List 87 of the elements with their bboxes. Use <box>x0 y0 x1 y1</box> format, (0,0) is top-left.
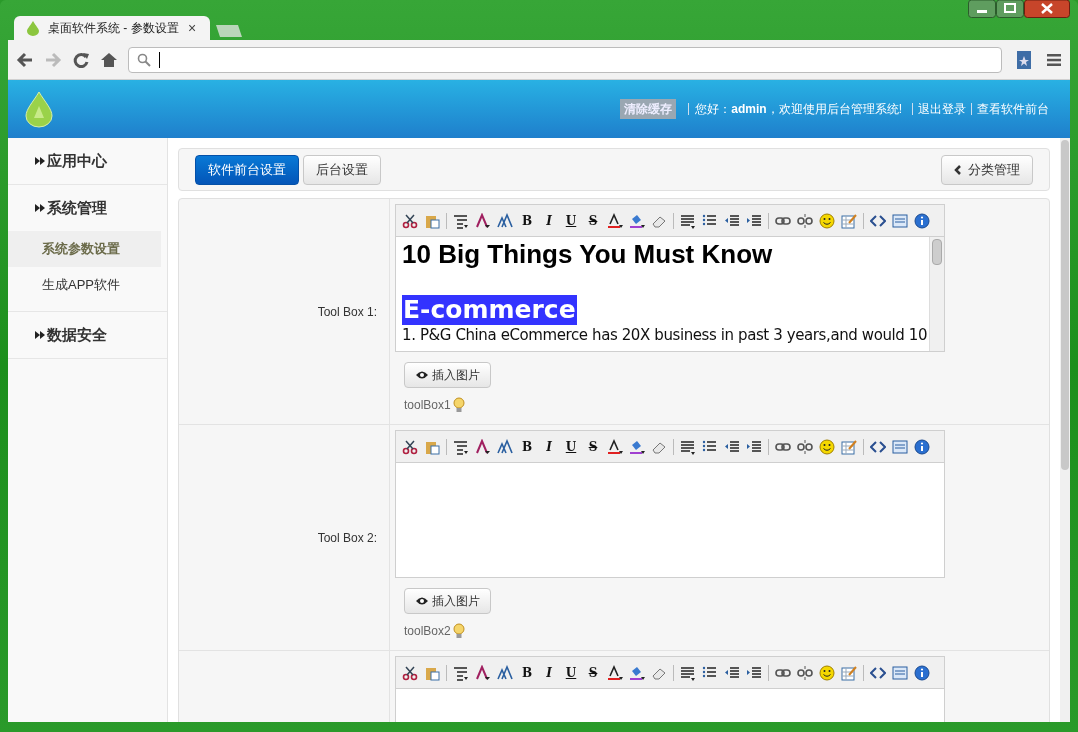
italic-button[interactable]: I <box>541 440 557 453</box>
selected-text: E-commerce <box>402 295 577 325</box>
scrollbar-thumb[interactable] <box>932 239 942 265</box>
align-icon[interactable] <box>680 212 696 229</box>
field-label: Tool Box 1: <box>317 303 377 321</box>
info-icon[interactable] <box>914 438 930 455</box>
search-icon <box>137 52 151 67</box>
info-icon[interactable] <box>914 664 930 681</box>
menu-icon[interactable] <box>1046 52 1062 67</box>
hint-text: toolBox2 <box>404 623 451 640</box>
tab[interactable]: 后台设置 <box>303 154 381 185</box>
outdent-icon[interactable] <box>724 664 740 681</box>
align-icon[interactable] <box>680 664 696 681</box>
bold-button[interactable]: B <box>519 440 535 453</box>
tab-close-button[interactable]: × <box>188 21 197 35</box>
underline-button[interactable]: U <box>563 214 579 227</box>
code-icon[interactable] <box>870 438 886 455</box>
editor-heading: 10 Big Things You Must Know <box>402 238 774 271</box>
outdent-icon[interactable] <box>724 438 740 455</box>
broken-link-icon[interactable] <box>797 664 813 681</box>
strikethrough-button[interactable]: S <box>585 214 601 227</box>
smiley-icon[interactable] <box>819 438 835 455</box>
table-pencil-icon[interactable] <box>841 438 857 455</box>
insert-image-button[interactable]: 插入图片 <box>404 588 491 614</box>
lightbulb-icon <box>452 623 465 639</box>
chevron-left-icon <box>954 164 962 175</box>
scissors-icon[interactable] <box>402 438 418 455</box>
reload-icon[interactable] <box>72 50 90 69</box>
sidebar-item[interactable]: 生成APP软件 <box>8 267 161 303</box>
double-arrow-icon <box>34 203 46 213</box>
eye-icon <box>415 596 429 606</box>
drop-logo-icon <box>24 90 54 128</box>
tab[interactable]: 软件前台设置 <box>195 154 299 185</box>
field-label: Tool Box 2: <box>317 529 377 547</box>
rich-text-editor[interactable]: B I U S <box>395 656 945 722</box>
bold-button[interactable]: B <box>519 666 535 679</box>
align-icon[interactable] <box>680 438 696 455</box>
back-icon[interactable] <box>16 51 34 68</box>
hint-text: toolBox1 <box>404 397 451 414</box>
outdent-icon[interactable] <box>724 212 740 229</box>
paragraph-icon[interactable] <box>453 664 469 681</box>
info-icon[interactable] <box>914 212 930 229</box>
table-pencil-icon[interactable] <box>841 664 857 681</box>
italic-button[interactable]: I <box>541 666 557 679</box>
broken-link-icon[interactable] <box>797 212 813 229</box>
maximize-icon[interactable] <box>996 0 1024 18</box>
indent-icon[interactable] <box>746 664 762 681</box>
double-arrow-icon <box>34 330 46 340</box>
page-scrollbar-thumb[interactable] <box>1061 140 1069 470</box>
sidebar-group[interactable]: 应用中心 <box>8 138 167 184</box>
code-icon[interactable] <box>870 664 886 681</box>
broken-link-icon[interactable] <box>797 438 813 455</box>
bookmark-icon[interactable] <box>1016 49 1032 70</box>
paragraph-icon[interactable] <box>453 212 469 229</box>
smiley-icon[interactable] <box>819 212 835 229</box>
table-pencil-icon[interactable] <box>841 212 857 229</box>
bold-button[interactable]: B <box>519 214 535 227</box>
strikethrough-button[interactable]: S <box>585 666 601 679</box>
lightbulb-icon <box>452 397 465 413</box>
indent-icon[interactable] <box>746 212 762 229</box>
insert-image-button[interactable]: 插入图片 <box>404 362 491 388</box>
sidebar-item[interactable]: 系统参数设置 <box>8 231 161 267</box>
rich-text-editor[interactable]: B I U S 10 Big Things You Must Know E-commerce 1. P&G China eCommerce has 20X business in past 3 years,and would 10 <box>395 204 945 352</box>
sidebar-group[interactable]: 系统管理 <box>8 185 167 231</box>
close-icon[interactable] <box>1024 0 1070 18</box>
font-color-icon[interactable] <box>607 438 623 455</box>
sidebar-group[interactable]: 数据安全 <box>8 312 167 358</box>
smiley-icon[interactable] <box>819 664 835 681</box>
strikethrough-button[interactable]: S <box>585 440 601 453</box>
scissors-icon[interactable] <box>402 212 418 229</box>
double-arrow-icon <box>34 156 46 166</box>
code-icon[interactable] <box>870 212 886 229</box>
scissors-icon[interactable] <box>402 664 418 681</box>
home-icon[interactable] <box>100 50 118 69</box>
category-button[interactable]: 分类管理 <box>941 154 1033 185</box>
font-color-icon[interactable] <box>607 212 623 229</box>
underline-button[interactable]: U <box>563 440 579 453</box>
underline-button[interactable]: U <box>563 666 579 679</box>
italic-button[interactable]: I <box>541 214 557 227</box>
paragraph-icon[interactable] <box>453 438 469 455</box>
font-color-icon[interactable] <box>607 664 623 681</box>
eye-icon <box>415 370 429 380</box>
indent-icon[interactable] <box>746 438 762 455</box>
greeting-text: 您好：admin，欢迎使用后台管理系统! <box>688 103 912 115</box>
rich-text-editor[interactable]: B I U S <box>395 430 945 578</box>
tab-title[interactable]: 桌面软件系统 - 参数设置 <box>48 19 180 37</box>
minimize-icon[interactable] <box>968 0 996 18</box>
